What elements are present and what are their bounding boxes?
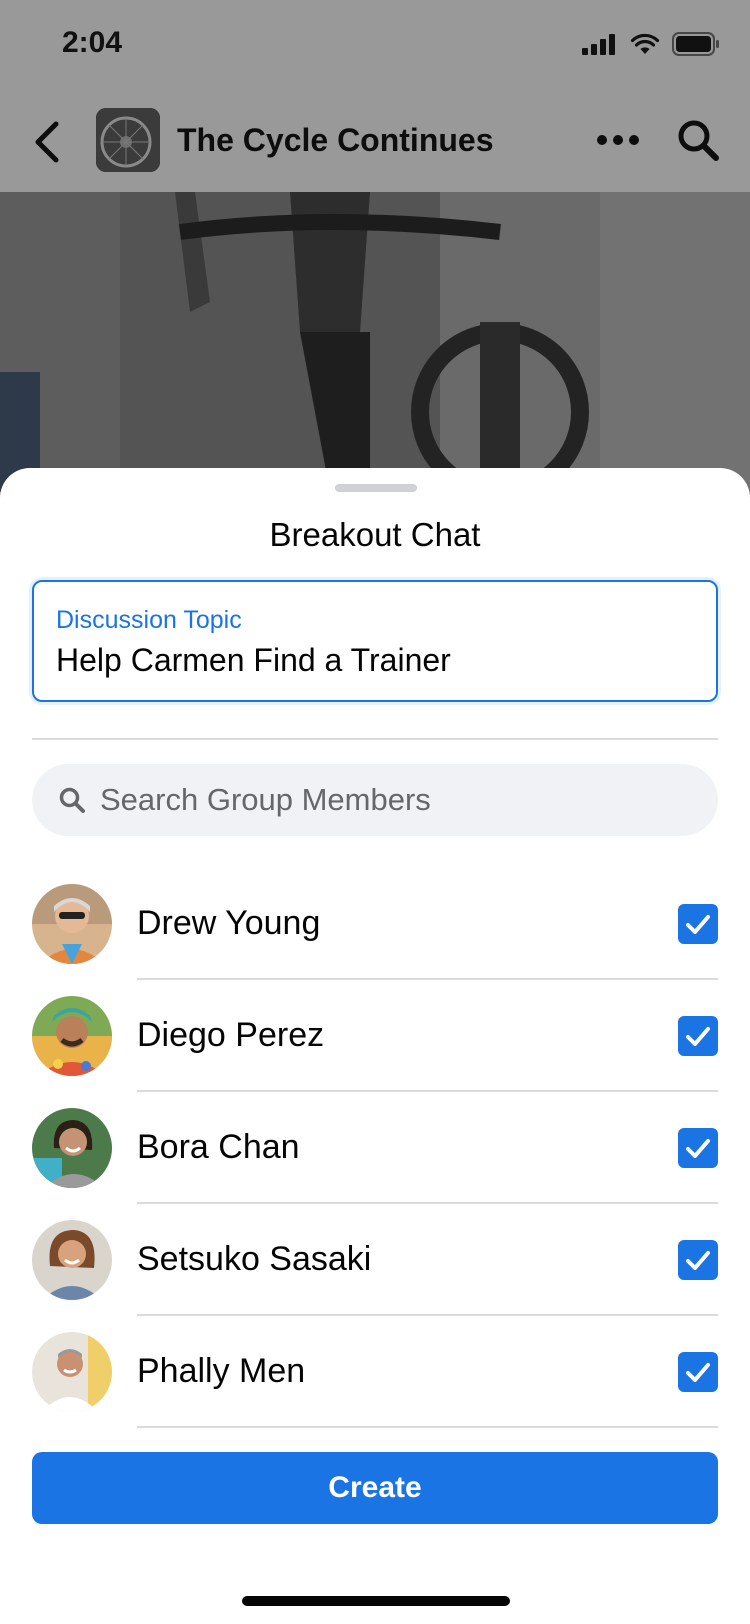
background-layer: 2:04 The Cycle Continues: [0, 0, 750, 492]
member-search-input[interactable]: Search Group Members: [32, 764, 718, 836]
member-row[interactable]: Bora Chan: [0, 1100, 750, 1212]
member-row[interactable]: Phally Men: [0, 1324, 750, 1436]
checkmark-icon: [686, 1027, 710, 1046]
member-search-placeholder: Search Group Members: [100, 782, 431, 817]
create-button[interactable]: Create: [32, 1452, 718, 1524]
group-avatar[interactable]: [96, 108, 160, 172]
avatar: [32, 1332, 112, 1412]
status-icons: [582, 32, 720, 56]
home-indicator: [242, 1596, 510, 1606]
avatar-bora-chan: [32, 1108, 112, 1188]
row-divider: [137, 978, 718, 980]
search-icon: [678, 120, 719, 161]
avatar: [32, 996, 112, 1076]
row-divider: [137, 1426, 718, 1428]
status-time: 2:04: [62, 26, 123, 59]
member-row[interactable]: Setsuko Sasaki: [0, 1212, 750, 1324]
group-search-button[interactable]: [674, 116, 722, 164]
avatar: [32, 1220, 112, 1300]
checkmark-icon: [686, 915, 710, 934]
checkmark-icon: [686, 1251, 710, 1270]
signal-icon: [582, 34, 615, 55]
member-name: Bora Chan: [137, 1128, 300, 1166]
member-row[interactable]: Drew Young: [0, 876, 750, 988]
bicycle-wheel-image: [96, 108, 160, 172]
checkmark-icon: [686, 1363, 710, 1382]
battery-icon: [672, 32, 719, 56]
member-checkbox[interactable]: [678, 1352, 718, 1392]
discussion-topic-label: Discussion Topic: [56, 606, 242, 634]
group-title[interactable]: The Cycle Continues: [177, 122, 494, 159]
group-cover-photo: [0, 192, 750, 492]
member-list: Drew Young Diego Perez Bora Chan Setsuko…: [0, 876, 750, 1436]
discussion-topic-field[interactable]: Discussion Topic Help Carmen Find a Trai…: [32, 580, 718, 702]
member-checkbox[interactable]: [678, 1016, 718, 1056]
row-divider: [137, 1202, 718, 1204]
more-options-button[interactable]: [594, 130, 642, 150]
avatar-setsuko-sasaki: [32, 1220, 112, 1300]
sheet-title: Breakout Chat: [269, 516, 481, 553]
member-checkbox[interactable]: [678, 1240, 718, 1280]
discussion-topic-value[interactable]: Help Carmen Find a Trainer: [56, 642, 451, 679]
wifi-icon: [630, 33, 660, 54]
member-row[interactable]: Diego Perez: [0, 988, 750, 1100]
row-divider: [137, 1314, 718, 1316]
member-checkbox[interactable]: [678, 1128, 718, 1168]
sheet-grabber[interactable]: [335, 484, 417, 492]
status-bar: 2:04: [0, 0, 750, 92]
checkmark-icon: [686, 1139, 710, 1158]
member-name: Drew Young: [137, 904, 321, 942]
avatar-diego-perez: [32, 996, 112, 1076]
member-checkbox[interactable]: [678, 904, 718, 944]
more-dots-icon: [597, 135, 639, 145]
section-divider: [32, 738, 718, 740]
cycling-trainer-photo: [0, 192, 750, 492]
search-icon: [59, 787, 85, 813]
breakout-chat-sheet: Breakout Chat Discussion Topic Help Carm…: [0, 468, 750, 1624]
member-name: Phally Men: [137, 1352, 306, 1390]
member-name: Setsuko Sasaki: [137, 1240, 372, 1278]
avatar-phally-men: [32, 1332, 112, 1412]
back-button[interactable]: [28, 114, 68, 170]
group-nav-bar: The Cycle Continues: [0, 92, 750, 192]
avatar: [32, 884, 112, 964]
avatar-drew-young: [32, 884, 112, 964]
row-divider: [137, 1090, 718, 1092]
member-name: Diego Perez: [137, 1016, 325, 1054]
avatar: [32, 1108, 112, 1188]
chevron-left-icon: [35, 121, 59, 163]
